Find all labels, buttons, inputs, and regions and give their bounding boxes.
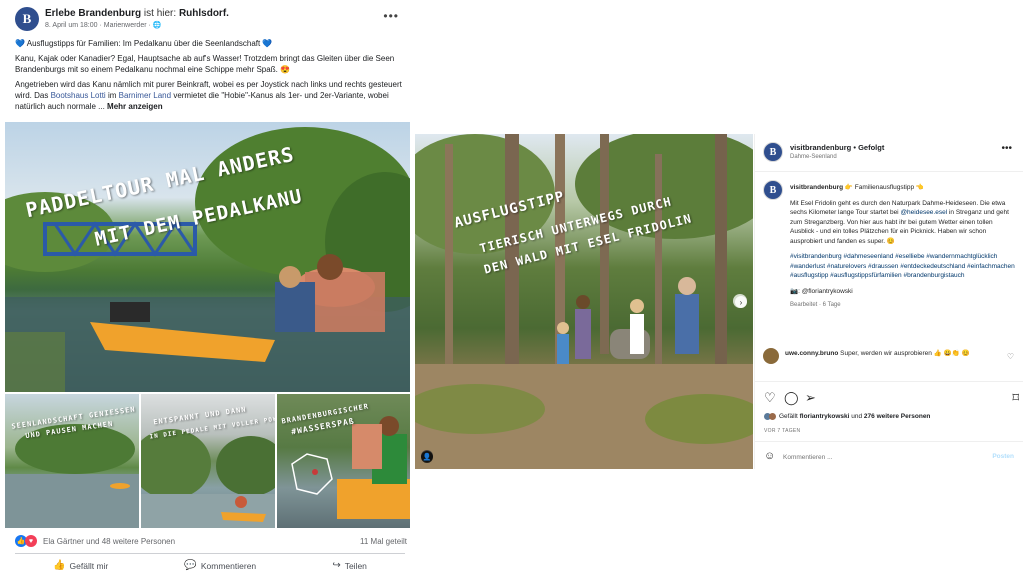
post-headline: 💙 Ausflugstipps für Familien: Im Pedalka…: [15, 39, 273, 48]
bootshaus-link[interactable]: Bootshaus Lotti: [51, 91, 106, 100]
account-avatar[interactable]: B: [763, 142, 783, 162]
more-options-icon[interactable]: •••: [383, 9, 399, 23]
like-button[interactable]: 👍 Gefällt mir: [53, 558, 108, 574]
share-icon: ↪: [332, 560, 341, 571]
location-link[interactable]: Dahme-Seenland: [790, 154, 837, 160]
heart-icon[interactable]: ♡: [1007, 352, 1014, 361]
caption-body: Mit Esel Fridolin geht es durch den Natu…: [790, 199, 1009, 245]
comment-text: Super, werden wir ausprobieren 👍 😀👏 😊: [840, 350, 970, 357]
post-paragraph: Kanu, Kajak oder Kanadier? Egal, Hauptsa…: [15, 54, 395, 74]
love-reaction-icon: ♥: [25, 535, 37, 547]
caption-avatar[interactable]: B: [763, 180, 783, 200]
post-meta: 8. April um 18:00 · Marienwerder · 🌐: [45, 21, 161, 29]
thumbs-up-icon: 👍: [53, 560, 66, 571]
caption-username[interactable]: visitbrandenburg: [790, 184, 843, 191]
facebook-post: B Erlebe Brandenburg ist hier: Ruhlsdorf…: [5, 0, 410, 576]
liker-avatar: [769, 413, 776, 420]
location-link[interactable]: Ruhlsdorf.: [179, 8, 229, 19]
divider: [755, 381, 1023, 382]
divider: [15, 553, 405, 554]
post-header: B Erlebe Brandenburg ist hier: Ruhlsdorf…: [15, 7, 405, 33]
header-username: visitbrandenburg • Gefolgt: [790, 143, 885, 152]
more-options-icon[interactable]: •••: [1001, 143, 1012, 154]
divider: [755, 171, 1023, 172]
page-name-line: Erlebe Brandenburg ist hier: Ruhlsdorf.: [45, 8, 229, 19]
post-paragraph: Angetrieben wird das Kanu nämlich mit pu…: [15, 80, 402, 111]
main-photo[interactable]: PADDELTOUR MAL ANDERS MIT DEM PEDALKANU: [5, 122, 410, 392]
commenter-avatar[interactable]: [763, 348, 779, 364]
next-image-chevron-icon[interactable]: ›: [735, 296, 747, 308]
post-text: 💙 Ausflugstipps für Familien: Im Pedalka…: [15, 38, 405, 116]
liker-username[interactable]: floriantrykowski: [800, 413, 850, 420]
username-link[interactable]: visitbrandenburg: [790, 143, 851, 152]
comment: uwe.conny.bruno Super, werden wir auspro…: [785, 349, 1013, 359]
thumbnail-photo[interactable]: SEENLANDSCHAFT GENIESSEN UND PAUSEN MACH…: [5, 394, 139, 528]
page-name[interactable]: Erlebe Brandenburg: [45, 8, 141, 19]
post-timestamp[interactable]: 8. April um 18:00 · Marienwerder ·: [45, 22, 153, 29]
edited-time: Bearbeitet · 6 Tage: [790, 302, 841, 308]
likes-summary: Gefällt floriantrykowski und 276 weitere…: [764, 413, 930, 420]
comment-input[interactable]: [783, 451, 973, 463]
instagram-panel: B visitbrandenburg • Gefolgt Dahme-Seenl…: [754, 134, 1023, 469]
post-date[interactable]: VOR 7 TAGEN: [764, 428, 800, 434]
barnimer-land-link[interactable]: Barnimer Land: [119, 91, 171, 100]
thumbnail-photo[interactable]: BRANDENBURGISCHER #WASSERSPAß: [277, 394, 410, 528]
heart-icon[interactable]: ♡: [764, 391, 776, 404]
action-bar: ♡ ◯ ➢ ⌑: [764, 391, 1019, 405]
globe-icon: 🌐: [152, 22, 162, 29]
reaction-count[interactable]: Ela Gärtner und 48 weitere Personen: [43, 537, 175, 546]
likes-count[interactable]: 276 weitere Personen: [864, 413, 930, 420]
is-here-text: ist hier:: [143, 8, 177, 19]
comment-button[interactable]: 💬 Kommentieren: [184, 558, 256, 574]
comment-icon[interactable]: ◯: [784, 391, 799, 404]
send-icon[interactable]: ➢: [805, 391, 816, 404]
show-more-link[interactable]: Mehr anzeigen: [105, 102, 163, 111]
photo-credit: 📷: @floriantrykowski: [790, 287, 853, 295]
divider: [755, 441, 1023, 442]
thumbnail-photo[interactable]: ENTSPANNT UND DANN IN DIE PEDALE MIT VOL…: [141, 394, 275, 528]
forest-scene: [415, 134, 753, 469]
reactions-bar: 👍 ♥ Ela Gärtner und 48 weitere Personen …: [15, 535, 407, 549]
mention-link[interactable]: @heidesee.esel: [900, 209, 947, 216]
share-count[interactable]: 11 Mal geteilt: [360, 537, 407, 546]
page-avatar[interactable]: B: [15, 7, 39, 31]
tagged-user-icon[interactable]: 👤: [421, 451, 433, 463]
hashtags[interactable]: #visitbrandenburg #dahmeseenland #eselli…: [790, 252, 1018, 281]
caption-title: 👉 Familienausflugstipp 👈: [844, 184, 924, 191]
bookmark-icon[interactable]: ⌑: [1012, 391, 1019, 404]
caption: visitbrandenburg 👉 Familienausflugstipp …: [790, 183, 1018, 311]
comment-icon: 💬: [184, 560, 197, 571]
post-actions: 👍 Gefällt mir 💬 Kommentieren ↪ Teilen: [15, 558, 405, 574]
comment-username[interactable]: uwe.conny.bruno: [785, 350, 838, 357]
emoji-icon[interactable]: ☺: [764, 451, 775, 462]
post-comment-button[interactable]: Posten: [992, 453, 1014, 460]
follow-status[interactable]: Gefolgt: [858, 143, 884, 152]
share-button[interactable]: ↪ Teilen: [332, 558, 367, 574]
instagram-photo[interactable]: AUSFLUGSTIPP TIERISCH UNTERWEGS DURCH DE…: [415, 134, 753, 469]
